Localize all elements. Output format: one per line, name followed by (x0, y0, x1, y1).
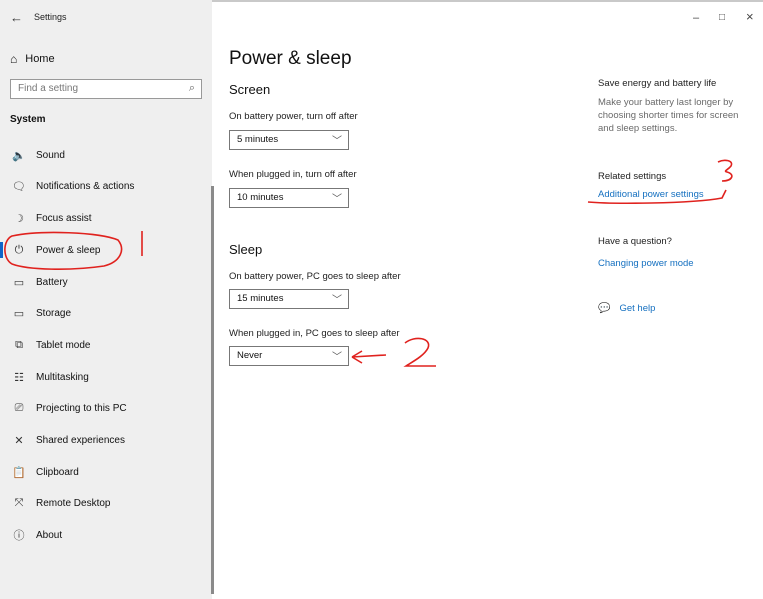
home-icon: ⌂ (10, 52, 18, 66)
sidebar-item-about[interactable]: ⓘ About (0, 523, 210, 547)
section-heading-system: System (10, 114, 46, 125)
sidebar-item-label: Clipboard (36, 466, 79, 478)
power-icon: ⏻ (14, 243, 24, 256)
multitasking-icon: ☷ (14, 371, 24, 384)
related-settings-title: Related settings (598, 171, 667, 182)
dropdown-value: 10 minutes (237, 192, 284, 203)
dropdown-value: Never (237, 350, 263, 361)
search-placeholder: Find a setting (18, 83, 79, 94)
sidebar-item-label: Projecting to this PC (36, 402, 127, 414)
screen-heading: Screen (229, 82, 271, 97)
sidebar-item-power-sleep[interactable]: ⏻ Power & sleep (0, 238, 210, 262)
sidebar-scrollbar[interactable] (211, 186, 214, 594)
screen-plugged-label: When plugged in, turn off after (229, 169, 357, 180)
sidebar-item-remote-desktop[interactable]: ⤧ Remote Desktop (0, 491, 210, 515)
window-title: Settings (34, 12, 67, 22)
sidebar-item-label: Notifications & actions (36, 180, 135, 192)
get-help-link[interactable]: Get help (619, 303, 655, 314)
sleep-battery-dropdown[interactable]: 15 minutes ﹀ (229, 289, 349, 309)
sidebar-item-battery[interactable]: ▭ Battery (0, 270, 210, 294)
sleep-plugged-label: When plugged in, PC goes to sleep after (229, 328, 400, 339)
sidebar-item-notifications[interactable]: 🗨 Notifications & actions (0, 174, 210, 198)
dropdown-value: 15 minutes (237, 293, 284, 304)
notifications-icon: 🗨 (12, 180, 26, 193)
sidebar-item-label: Tablet mode (36, 339, 91, 351)
clipboard-icon: 📋 (12, 466, 26, 479)
moon-icon: ☽ (14, 212, 24, 225)
sidebar-item-label: Power & sleep (36, 244, 101, 256)
sleep-heading: Sleep (229, 242, 263, 257)
search-icon: ⌕ (188, 82, 195, 94)
minimize-button[interactable]: – (693, 12, 699, 24)
sidebar-item-label: About (36, 529, 63, 541)
sidebar-item-sound[interactable]: 🔈 Sound (0, 143, 210, 167)
back-arrow-icon[interactable]: ← (10, 10, 23, 25)
annotation-mark-three (717, 159, 733, 182)
get-help-item[interactable]: 💬 Get help (598, 303, 655, 314)
maximize-button[interactable]: □ (719, 12, 725, 23)
save-energy-title: Save energy and battery life (598, 78, 717, 89)
info-icon: ⓘ (13, 530, 25, 542)
storage-icon: ▭ (13, 307, 25, 320)
sidebar-item-label: Remote Desktop (36, 497, 111, 509)
sidebar-item-clipboard[interactable]: 📋 Clipboard (0, 460, 210, 484)
home-label: Home (25, 53, 55, 65)
sidebar-item-label: Multitasking (36, 371, 89, 383)
projector-icon: ⎚ (14, 401, 24, 414)
sidebar-item-focus-assist[interactable]: ☽ Focus assist (0, 206, 210, 230)
additional-power-settings-link[interactable]: Additional power settings (598, 189, 704, 200)
shared-icon: ✕ (14, 434, 24, 447)
chevron-down-icon: ﹀ (332, 136, 342, 147)
have-question-title: Have a question? (598, 236, 672, 247)
page-title: Power & sleep (229, 48, 352, 69)
dropdown-value: 5 minutes (237, 134, 279, 145)
screen-battery-label: On battery power, turn off after (229, 111, 358, 122)
home-nav-item[interactable]: ⌂ Home (10, 52, 55, 66)
screen-plugged-dropdown[interactable]: 10 minutes ﹀ (229, 188, 349, 208)
annotation-arrow (351, 350, 387, 364)
sidebar-item-label: Battery (36, 276, 68, 288)
screen-battery-dropdown[interactable]: 5 minutes ﹀ (229, 130, 349, 150)
sidebar-item-multitasking[interactable]: ☷ Multitasking (0, 365, 210, 389)
close-button[interactable]: × (746, 9, 754, 24)
save-energy-text: Make your battery last longer by choosin… (598, 97, 739, 134)
sidebar-item-shared-experiences[interactable]: ✕ Shared experiences (0, 428, 210, 452)
speaker-icon: 🔈 (12, 149, 26, 162)
remote-desktop-icon: ⤧ (14, 496, 24, 509)
sleep-battery-label: On battery power, PC goes to sleep after (229, 271, 401, 282)
sidebar-item-label: Sound (36, 149, 65, 161)
sidebar: ← Settings ⌂ Home Find a setting ⌕ Syste… (0, 0, 212, 599)
battery-icon: ▭ (13, 276, 25, 289)
sidebar-item-storage[interactable]: ▭ Storage (0, 301, 210, 325)
sidebar-item-label: Focus assist (36, 212, 92, 224)
sidebar-item-label: Shared experiences (36, 434, 125, 446)
chevron-down-icon: ﹀ (332, 352, 342, 363)
sleep-plugged-dropdown[interactable]: Never ﹀ (229, 346, 349, 366)
sidebar-item-label: Storage (36, 307, 72, 319)
tablet-icon: ⧉ (15, 338, 23, 351)
help-chat-icon: 💬 (598, 303, 611, 314)
sidebar-item-tablet-mode[interactable]: ⧉ Tablet mode (0, 333, 210, 357)
annotation-mark-two (403, 337, 436, 367)
changing-power-mode-link[interactable]: Changing power mode (598, 258, 694, 269)
sidebar-item-projecting[interactable]: ⎚ Projecting to this PC (0, 396, 210, 420)
chevron-down-icon: ﹀ (332, 194, 342, 205)
search-input[interactable]: Find a setting ⌕ (10, 79, 202, 99)
chevron-down-icon: ﹀ (332, 295, 342, 306)
